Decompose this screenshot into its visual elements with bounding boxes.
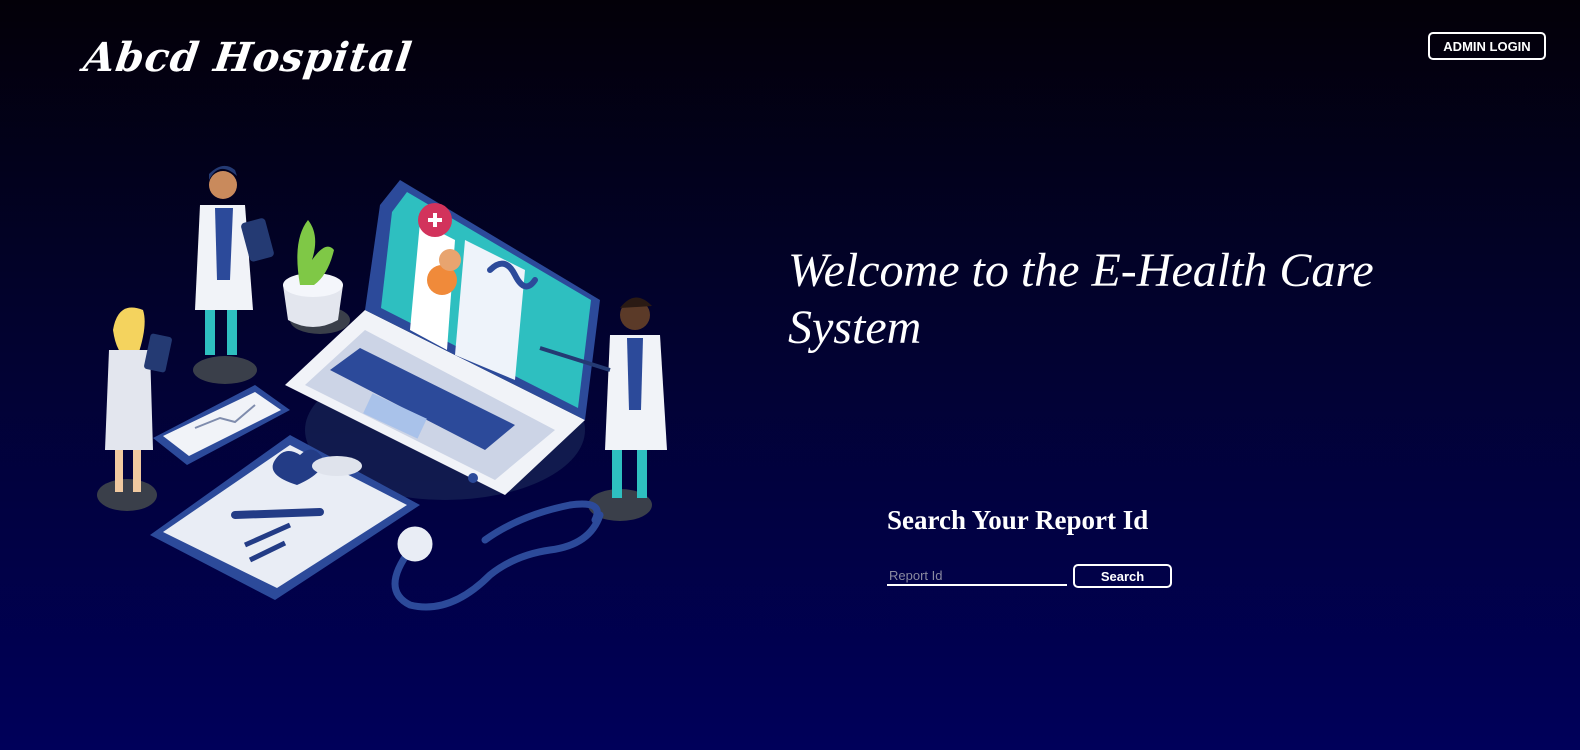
stethoscope-icon (391, 500, 604, 611)
admin-login-button[interactable]: ADMIN LOGIN (1428, 32, 1546, 60)
brand-logo[interactable]: Abcd Hospital (81, 34, 416, 81)
nurse-figure (105, 307, 172, 492)
plant-icon (283, 220, 343, 327)
welcome-heading: Welcome to the E-Health Care System (788, 244, 1374, 354)
search-button[interactable]: Search (1073, 564, 1172, 588)
search-report-heading: Search Your Report Id (887, 505, 1149, 535)
doctor-figure (195, 165, 274, 355)
report-id-input[interactable] (887, 566, 1067, 586)
medical-illustration (97, 165, 667, 611)
